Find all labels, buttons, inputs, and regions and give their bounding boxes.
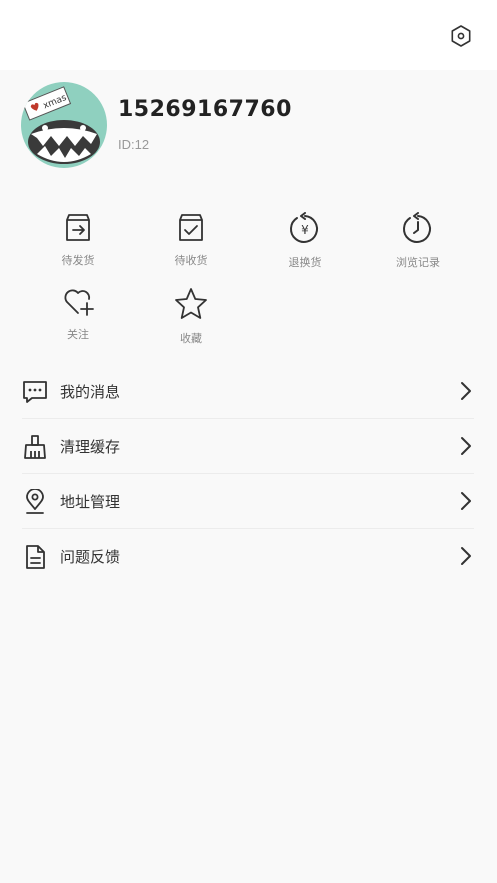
grid-label-history: 浏览记录 [396, 256, 440, 269]
message-icon [23, 381, 47, 403]
grid-label-follow: 关注 [67, 328, 89, 341]
broom-icon [24, 435, 46, 459]
settings-menu: 我的消息 清理缓存 地址管理 问题反馈 [22, 364, 474, 584]
grid-item-pending-ship[interactable]: 待发货 [28, 212, 128, 268]
receive-box-icon [179, 214, 203, 241]
grid-label-refund: 退换货 [288, 256, 322, 269]
chevron-right-icon [461, 547, 471, 565]
chevron-right-icon [461, 492, 471, 510]
menu-label-address: 地址管理 [60, 493, 121, 511]
avatar-monster-image: xmas [21, 82, 107, 168]
menu-label-clear-cache: 清理缓存 [60, 438, 121, 456]
profile-header: xmas 15269167760 ID:12 [0, 70, 497, 190]
settings-icon[interactable] [449, 24, 473, 48]
menu-item-messages[interactable]: 我的消息 [22, 364, 474, 419]
menu-item-feedback[interactable]: 问题反馈 [22, 529, 474, 584]
user-id: ID:12 [118, 137, 150, 152]
heart-plus-icon [64, 289, 94, 316]
svg-text:¥: ¥ [301, 223, 309, 237]
location-icon [26, 489, 44, 514]
document-icon [26, 545, 45, 569]
menu-label-messages: 我的消息 [60, 383, 121, 401]
grid-label-favorite: 收藏 [180, 332, 202, 345]
grid-item-history[interactable]: 浏览记录 [368, 212, 468, 270]
menu-item-address[interactable]: 地址管理 [22, 474, 474, 529]
grid-label-pending-receive: 待收货 [174, 254, 208, 267]
avatar[interactable]: xmas [21, 82, 107, 168]
grid-label-pending-ship: 待发货 [61, 254, 95, 267]
grid-item-refund[interactable]: ¥ 退换货 [255, 212, 355, 270]
grid-item-follow[interactable]: 关注 [28, 286, 128, 342]
chevron-right-icon [461, 437, 471, 455]
chevron-right-icon [461, 382, 471, 400]
grid-item-pending-receive[interactable]: 待收货 [141, 212, 241, 268]
menu-item-clear-cache[interactable]: 清理缓存 [22, 419, 474, 474]
history-icon [403, 212, 431, 243]
refund-icon: ¥ [290, 212, 318, 243]
grid-item-favorite[interactable]: 收藏 [141, 286, 241, 346]
star-icon [175, 288, 207, 319]
menu-label-feedback: 问题反馈 [60, 548, 121, 566]
ship-box-icon [66, 214, 90, 241]
top-bar [0, 0, 497, 70]
user-phone: 15269167760 [118, 97, 292, 122]
